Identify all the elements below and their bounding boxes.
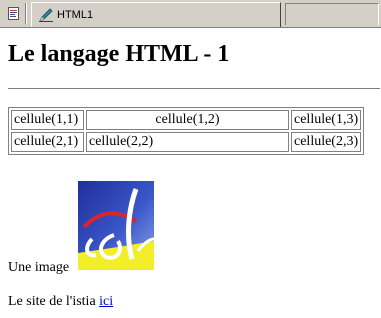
document-icon[interactable] (8, 7, 19, 20)
site-text: Le site de l'istia (8, 294, 96, 309)
table-cell: cellule(2,2) (86, 132, 289, 152)
site-link[interactable]: ici (99, 294, 113, 309)
table-cell: cellule(1,1) (11, 110, 84, 130)
image-label: Une image (8, 260, 70, 275)
tab-bar: HTML1 (0, 0, 381, 28)
site-line: Le site de l'istia ici (8, 294, 113, 310)
html-editor-icon (39, 8, 53, 22)
table-cell: cellule(1,2) (86, 110, 289, 130)
toolbar-left-section (2, 3, 27, 24)
horizontal-rule (8, 88, 380, 90)
table-cell: cellule(1,3) (291, 110, 362, 130)
tab-html1[interactable]: HTML1 (31, 2, 281, 27)
table-cell: cellule(2,3) (291, 132, 362, 152)
tab-label: HTML1 (57, 9, 94, 21)
page-title: Le langage HTML - 1 (8, 41, 230, 67)
table-row: cellule(1,1) cellule(1,2) cellule(1,3) (11, 110, 362, 130)
istia-logo (78, 181, 154, 270)
tab-strip-empty-area (285, 3, 379, 25)
cell-table: cellule(1,1) cellule(1,2) cellule(1,3) c… (8, 107, 365, 155)
table-row: cellule(2,1) cellule(2,2) cellule(2,3) (11, 132, 362, 152)
table-cell: cellule(2,1) (11, 132, 84, 152)
